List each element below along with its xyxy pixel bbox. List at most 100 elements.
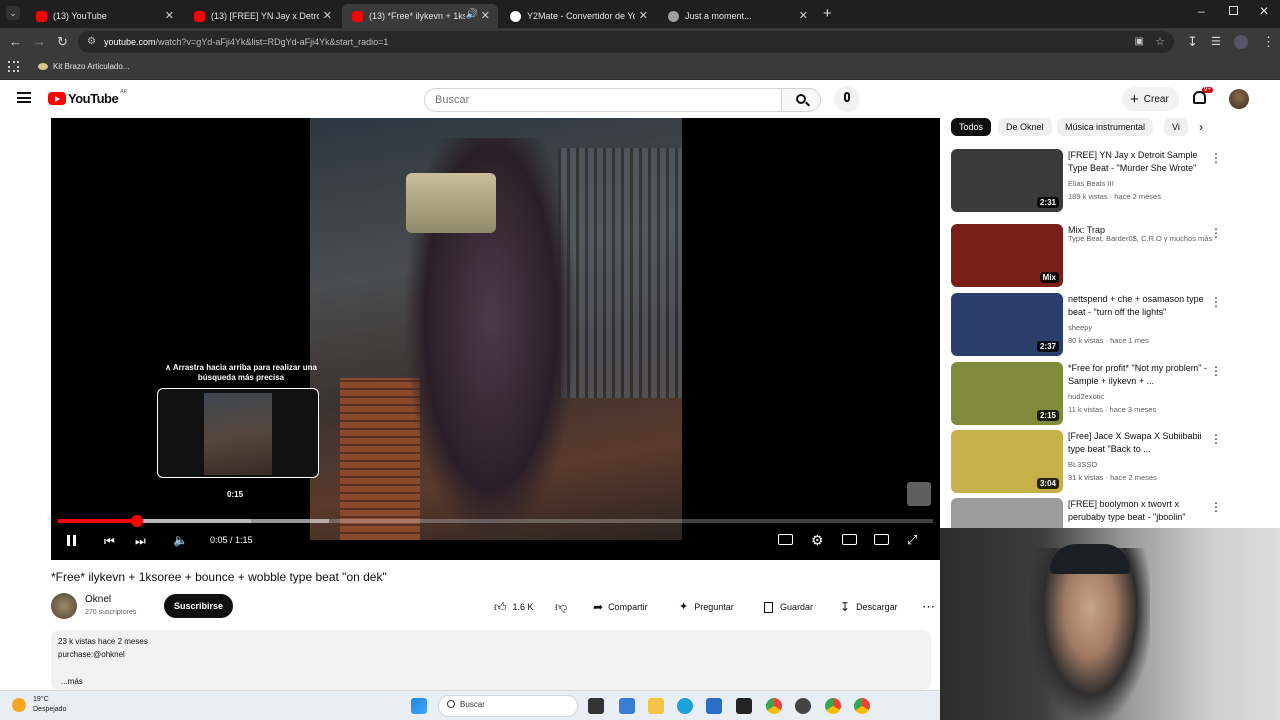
recommendation-item[interactable]: 2:15 *Free for profit* "Not my problem" … (951, 362, 1271, 426)
channel-name: BL3SSO (1068, 460, 1098, 469)
channel-name[interactable]: Oknel (85, 594, 111, 605)
next-button[interactable]: ⏭ (135, 534, 146, 549)
downloads-icon[interactable]: ↧ (1187, 34, 1198, 50)
video-thumbnail: 2:31 (951, 149, 1063, 212)
subtitles-button[interactable] (778, 534, 793, 548)
download-button[interactable]: ↧ Descargar (840, 596, 898, 618)
close-window-button[interactable]: ✕ (1259, 4, 1269, 18)
miniplayer-button[interactable] (842, 534, 857, 548)
install-app-icon[interactable]: ▣ (1135, 31, 1144, 53)
fullscreen-button[interactable]: ⤢ (907, 532, 917, 548)
site-info-icon[interactable]: ⚙ (87, 31, 96, 53)
profile-avatar[interactable] (1234, 35, 1248, 49)
like-button[interactable]: 👍︎ 1.6 K (494, 596, 534, 618)
notifications-button[interactable]: 9+ (1193, 87, 1213, 104)
close-tab-icon[interactable]: ✕ (799, 9, 808, 22)
show-more-link[interactable]: ...más (61, 677, 83, 686)
bookmark-star-icon[interactable]: ☆ (1155, 31, 1165, 53)
browser-menu-icon[interactable]: ⋮ (1262, 34, 1275, 50)
chip-todos[interactable]: Todos (951, 118, 992, 136)
store-icon[interactable] (706, 698, 722, 714)
chip-musica-instrumental[interactable]: Música instrumental (1057, 118, 1154, 136)
mute-button[interactable]: 🔈 (173, 533, 188, 547)
previous-button[interactable]: ⏮ (104, 534, 115, 549)
recommendation-item[interactable]: Mix Mix: Trap Type Beat, Barder0$, C.R.O… (951, 224, 1271, 288)
tab-current-video[interactable]: (13) *Free* ilykevn + 1ksore 🔊 ✕ (342, 4, 498, 28)
search-input[interactable]: Buscar (424, 88, 782, 112)
more-actions-icon[interactable]: ⋮ (1210, 226, 1222, 240)
hamburger-menu-icon[interactable] (17, 92, 31, 103)
more-actions-icon[interactable]: ⋮ (1210, 295, 1222, 309)
more-actions-icon[interactable]: ⋮ (1210, 364, 1222, 378)
share-button[interactable]: ➦ Compartir (593, 596, 648, 618)
address-bar[interactable]: ⚙ youtube.com/watch?v=gYd-aFji4Yk&list=R… (78, 31, 1174, 53)
video-title: [FREE] YN Jay x Detroit Sample Type Beat… (1068, 150, 1198, 173)
progress-bar[interactable] (58, 515, 933, 527)
widgets-icon[interactable] (619, 698, 635, 714)
video-title: [Free] Jace X Swapa X Subiibabii type be… (1068, 431, 1202, 454)
task-view-icon[interactable] (588, 698, 604, 714)
terminal-icon[interactable] (736, 698, 752, 714)
app-icon[interactable] (795, 698, 811, 714)
apps-grid-icon[interactable] (8, 61, 19, 72)
close-tab-icon[interactable]: ✕ (165, 9, 174, 22)
minimize-button[interactable]: – (1198, 4, 1205, 18)
chrome-icon[interactable] (766, 698, 782, 714)
chrome-active-icon[interactable] (854, 698, 870, 714)
recommendation-item[interactable]: 2:37 nettspend + che + osamason type bea… (951, 293, 1271, 357)
scrubber-handle[interactable] (130, 515, 143, 527)
restore-button[interactable] (1229, 6, 1238, 15)
new-tab-button[interactable]: + (823, 5, 832, 22)
more-actions-icon[interactable]: ⋮ (1210, 500, 1222, 514)
played-bar (58, 519, 137, 523)
back-button[interactable]: ← (9, 34, 22, 50)
tab-search-icon[interactable]: ⌄ (6, 6, 20, 20)
subscribe-button[interactable]: Suscribirse (164, 594, 234, 618)
save-button[interactable]: Guardar (764, 596, 813, 618)
windows-start-icon[interactable] (411, 698, 427, 714)
dislike-button[interactable]: 👎︎ (555, 596, 567, 618)
more-actions-button[interactable]: ⋯ (922, 596, 935, 618)
recommendation-item[interactable]: [FREE] boolymon x twovrt x perubaby type… (951, 498, 1271, 528)
reload-button[interactable]: ↻ (57, 34, 68, 50)
ask-button[interactable]: ✦ Preguntar (679, 596, 734, 618)
description-box[interactable]: 23 k vistas hace 2 meses purchase:@ohkne… (51, 630, 931, 690)
voice-search-button[interactable] (834, 86, 860, 112)
video-thumbnail: 2:37 (951, 293, 1063, 356)
reading-list-icon[interactable]: ☰ (1211, 34, 1221, 50)
tab-y2mate[interactable]: Y2Mate - Convertidor de YouTu ✕ (500, 4, 656, 28)
channel-avatar[interactable] (51, 593, 77, 619)
youtube-logo[interactable]: YouTube AR (48, 89, 127, 106)
forward-button[interactable]: → (33, 34, 46, 50)
cast-button[interactable] (874, 534, 889, 548)
tab-free-yn-jay[interactable]: (13) [FREE] YN Jay x Detroit Sam ✕ (184, 4, 340, 28)
more-actions-icon[interactable]: ⋮ (1210, 432, 1222, 446)
taskbar-search[interactable]: Buscar (438, 695, 578, 717)
tab-label: Just a moment... (685, 11, 752, 21)
close-tab-icon[interactable]: ✕ (323, 9, 332, 22)
settings-button[interactable]: ⚙ (811, 532, 824, 549)
chips-next-icon[interactable]: › (1199, 120, 1203, 134)
bookmark-item[interactable]: Kit Brazo Articulado... (38, 62, 129, 71)
file-explorer-icon[interactable] (648, 698, 664, 714)
chip-de-oknel[interactable]: De Oknel (998, 118, 1052, 136)
recommendation-item[interactable]: 3:04 [Free] Jace X Swapa X Subiibabii ty… (951, 430, 1271, 494)
close-tab-icon[interactable]: ✕ (639, 9, 648, 22)
url-host: youtube.com (104, 37, 156, 47)
chrome-profile-icon[interactable] (825, 698, 841, 714)
tab-youtube-home[interactable]: (13) YouTube ✕ (26, 4, 182, 28)
edge-icon[interactable] (677, 698, 693, 714)
drag-hint-line1: ∧ Arrastra hacia arriba para realizar un… (165, 363, 317, 372)
recommendation-item[interactable]: 2:31 [FREE] YN Jay x Detroit Sample Type… (951, 149, 1271, 213)
tab-just-a-moment[interactable]: Just a moment... ✕ (658, 4, 816, 28)
search-button[interactable] (781, 88, 821, 112)
account-avatar[interactable] (1229, 89, 1249, 109)
close-tab-icon[interactable]: ✕ (481, 9, 490, 22)
create-button[interactable]: + Crear (1122, 87, 1179, 111)
chip-more[interactable]: Vi (1164, 118, 1188, 136)
video-player[interactable]: ∧ Arrastra hacia arriba para realizar un… (51, 118, 940, 560)
weather-sun-icon (12, 698, 26, 712)
more-actions-icon[interactable]: ⋮ (1210, 151, 1222, 165)
pause-button[interactable] (67, 535, 76, 549)
audio-playing-icon[interactable]: 🔊 (466, 9, 478, 20)
